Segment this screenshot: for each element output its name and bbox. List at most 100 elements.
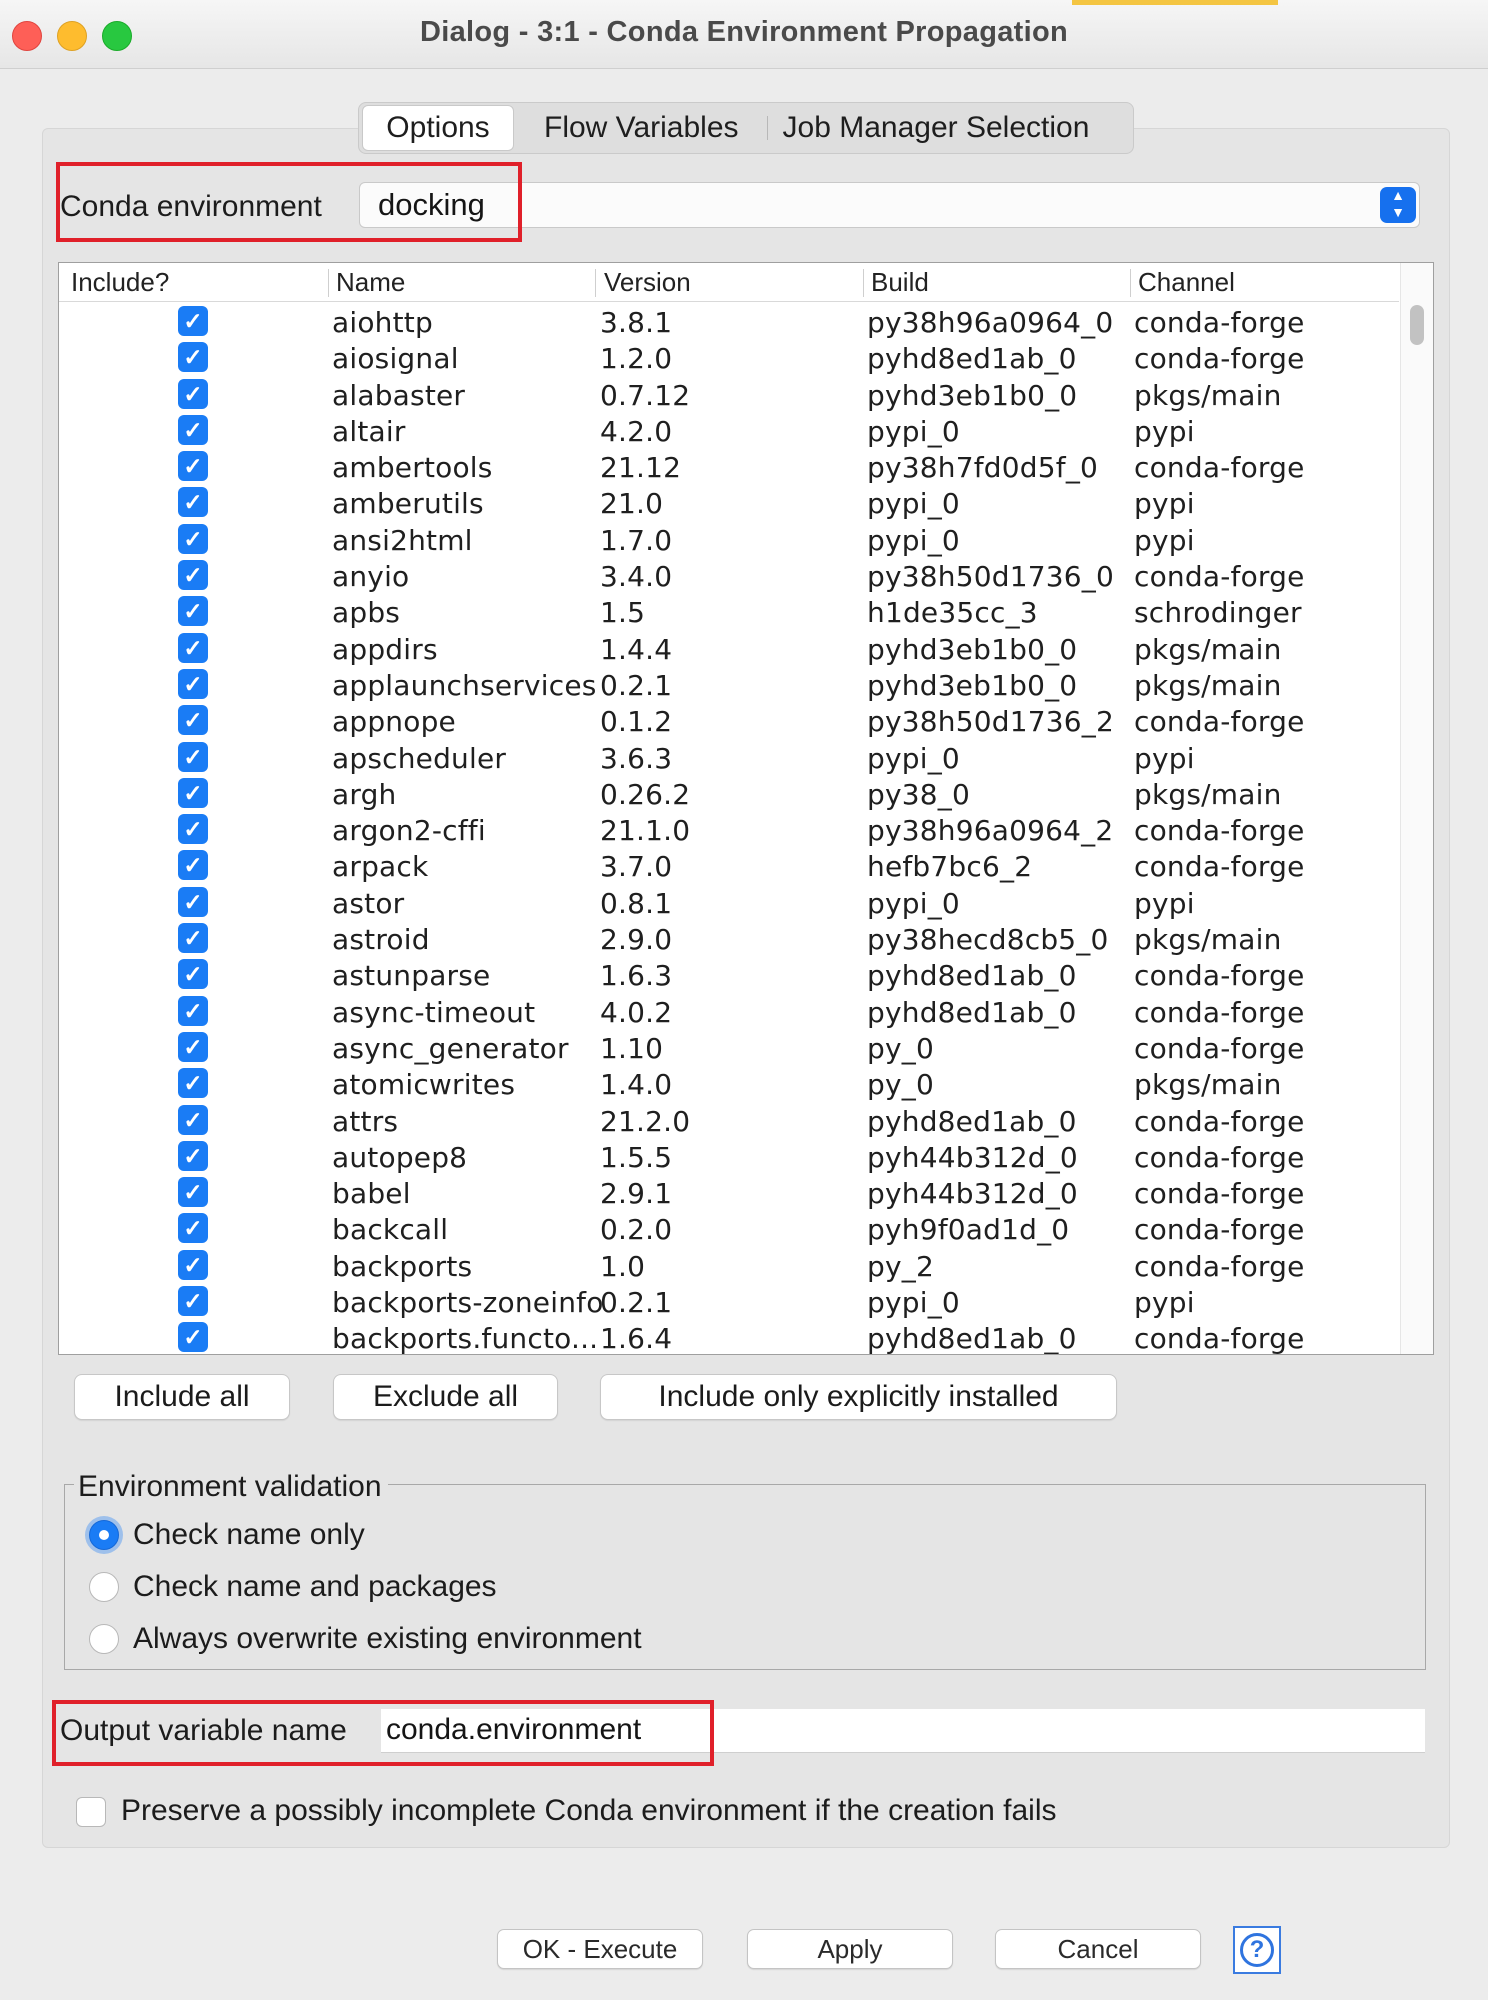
- table-row[interactable]: ✓ async_generator 1.10 py_0 conda-forge: [59, 1030, 1399, 1066]
- include-explicit-button[interactable]: Include only explicitly installed: [600, 1374, 1117, 1420]
- header-version[interactable]: Version: [604, 267, 691, 298]
- tab-options[interactable]: Options: [362, 105, 514, 151]
- include-checkbox[interactable]: ✓: [178, 1286, 208, 1317]
- table-row[interactable]: ✓ appnope 0.1.2 py38h50d1736_2 conda-forge: [59, 703, 1399, 739]
- include-checkbox[interactable]: ✓: [178, 1104, 208, 1135]
- table-row[interactable]: ✓ ansi2html 1.7.0 pypi_0 pypi: [59, 522, 1399, 558]
- include-all-button[interactable]: Include all: [74, 1374, 290, 1420]
- table-row[interactable]: ✓ astor 0.8.1 pypi_0 pypi: [59, 885, 1399, 921]
- ok-execute-button[interactable]: OK - Execute: [497, 1929, 703, 1969]
- table-row[interactable]: ✓ arpack 3.7.0 hefb7bc6_2 conda-forge: [59, 848, 1399, 884]
- include-checkbox[interactable]: ✓: [178, 886, 208, 917]
- radio-label-always-overwrite[interactable]: Always overwrite existing environment: [133, 1622, 642, 1656]
- package-version-cell: 1.4.0: [600, 1068, 673, 1102]
- help-button[interactable]: ?: [1233, 1926, 1281, 1974]
- include-checkbox[interactable]: ✓: [178, 414, 208, 445]
- cancel-button[interactable]: Cancel: [995, 1929, 1201, 1969]
- environment-validation-legend: Environment validation: [74, 1470, 388, 1504]
- include-checkbox[interactable]: ✓: [178, 1249, 208, 1280]
- table-row[interactable]: ✓ async-timeout 4.0.2 pyhd8ed1ab_0 conda-for…: [59, 994, 1399, 1030]
- table-row[interactable]: ✓ backcall 0.2.0 pyh9f0ad1d_0 conda-forge: [59, 1211, 1399, 1247]
- exclude-all-button[interactable]: Exclude all: [333, 1374, 558, 1420]
- preserve-environment-label[interactable]: Preserve a possibly incomplete Conda env…: [121, 1794, 1056, 1828]
- include-checkbox[interactable]: ✓: [178, 1213, 208, 1244]
- package-name-cell: astunparse: [332, 959, 491, 993]
- radio-check-name-only[interactable]: [89, 1520, 119, 1550]
- include-checkbox[interactable]: ✓: [178, 1140, 208, 1171]
- table-row[interactable]: ✓ argon2-cffi 21.1.0 py38h96a0964_2 conda-fo…: [59, 812, 1399, 848]
- radio-check-name-and-packages[interactable]: [89, 1572, 119, 1602]
- package-version-cell: 0.7.12: [600, 378, 691, 412]
- table-row[interactable]: ✓ applaunchservices 0.2.1 pyhd3eb1b0_0 pkgs/…: [59, 667, 1399, 703]
- column-divider: [863, 269, 864, 297]
- table-row[interactable]: ✓ atomicwrites 1.4.0 py_0 pkgs/main: [59, 1066, 1399, 1102]
- scrollbar-thumb[interactable]: [1410, 305, 1424, 345]
- include-checkbox[interactable]: ✓: [178, 959, 208, 990]
- radio-always-overwrite[interactable]: [89, 1624, 119, 1654]
- tab-flow-variables[interactable]: Flow Variables: [528, 106, 755, 150]
- include-checkbox[interactable]: ✓: [178, 523, 208, 554]
- include-checkbox[interactable]: ✓: [178, 1031, 208, 1062]
- include-checkbox[interactable]: ✓: [178, 560, 208, 591]
- include-checkbox[interactable]: ✓: [178, 1177, 208, 1208]
- include-checkbox[interactable]: ✓: [178, 850, 208, 881]
- table-row[interactable]: ✓ appdirs 1.4.4 pyhd3eb1b0_0 pkgs/main: [59, 631, 1399, 667]
- table-row[interactable]: ✓ apscheduler 3.6.3 pypi_0 pypi: [59, 740, 1399, 776]
- package-name-cell: anyio: [332, 560, 410, 594]
- package-version-cell: 3.7.0: [600, 850, 673, 884]
- include-checkbox[interactable]: ✓: [178, 668, 208, 699]
- table-row[interactable]: ✓ altair 4.2.0 pypi_0 pypi: [59, 413, 1399, 449]
- include-checkbox[interactable]: ✓: [178, 342, 208, 373]
- include-checkbox[interactable]: ✓: [178, 487, 208, 518]
- table-row[interactable]: ✓ backports-zoneinfo 0.2.1 pypi_0 pypi: [59, 1284, 1399, 1320]
- table-row[interactable]: ✓ anyio 3.4.0 py38h50d1736_0 conda-forge: [59, 558, 1399, 594]
- table-row[interactable]: ✓ amberutils 21.0 pypi_0 pypi: [59, 485, 1399, 521]
- table-row[interactable]: ✓ babel 2.9.1 pyh44b312d_0 conda-forge: [59, 1175, 1399, 1211]
- table-row[interactable]: ✓ aiosignal 1.2.0 pyhd8ed1ab_0 conda-forge: [59, 340, 1399, 376]
- package-version-cell: 0.2.1: [600, 1286, 673, 1320]
- include-checkbox[interactable]: ✓: [178, 306, 208, 336]
- include-checkbox[interactable]: ✓: [178, 1322, 208, 1353]
- table-row[interactable]: ✓ astunparse 1.6.3 pyhd8ed1ab_0 conda-forge: [59, 957, 1399, 993]
- package-version-cell: 1.6.3: [600, 959, 673, 993]
- package-build-cell: pyhd8ed1ab_0: [867, 1104, 1077, 1138]
- table-row[interactable]: ✓ attrs 21.2.0 pyhd8ed1ab_0 conda-forge: [59, 1103, 1399, 1139]
- include-checkbox[interactable]: ✓: [178, 451, 208, 482]
- apply-button[interactable]: Apply: [747, 1929, 953, 1969]
- preserve-environment-checkbox[interactable]: [76, 1797, 106, 1827]
- radio-label-check-name-only[interactable]: Check name only: [133, 1518, 365, 1552]
- include-checkbox[interactable]: ✓: [178, 596, 208, 627]
- package-version-cell: 21.0: [600, 487, 664, 521]
- radio-label-check-name-and-packages[interactable]: Check name and packages: [133, 1570, 497, 1604]
- include-checkbox[interactable]: ✓: [178, 995, 208, 1026]
- package-version-cell: 2.9.0: [600, 923, 673, 957]
- table-row[interactable]: ✓ backports.functo... 1.6.4 pyhd8ed1ab_0 con…: [59, 1320, 1399, 1354]
- table-row[interactable]: ✓ apbs 1.5 h1de35cc_3 schrodinger: [59, 594, 1399, 630]
- table-row[interactable]: ✓ astroid 2.9.0 py38hecd8cb5_0 pkgs/main: [59, 921, 1399, 957]
- include-checkbox[interactable]: ✓: [178, 777, 208, 808]
- package-name-cell: arpack: [332, 850, 429, 884]
- table-row[interactable]: ✓ backports 1.0 py_2 conda-forge: [59, 1248, 1399, 1284]
- table-row[interactable]: ✓ autopep8 1.5.5 pyh44b312d_0 conda-forge: [59, 1139, 1399, 1175]
- package-channel-cell: pypi: [1134, 487, 1195, 521]
- include-checkbox[interactable]: ✓: [178, 378, 208, 409]
- table-scrollbar[interactable]: [1400, 263, 1433, 1354]
- include-checkbox[interactable]: ✓: [178, 923, 208, 954]
- tab-job-manager-selection[interactable]: Job Manager Selection: [766, 106, 1106, 150]
- header-include[interactable]: Include?: [71, 267, 169, 298]
- table-row[interactable]: ✓ ambertools 21.12 py38h7fd0d5f_0 conda-forg…: [59, 449, 1399, 485]
- header-build[interactable]: Build: [871, 267, 929, 298]
- include-checkbox[interactable]: ✓: [178, 814, 208, 845]
- table-row[interactable]: ✓ aiohttp 3.8.1 py38h96a0964_0 conda-forge: [59, 304, 1399, 340]
- package-channel-cell: conda-forge: [1134, 705, 1305, 739]
- package-name-cell: alabaster: [332, 378, 466, 412]
- header-channel[interactable]: Channel: [1138, 267, 1235, 298]
- include-checkbox[interactable]: ✓: [178, 1068, 208, 1099]
- include-checkbox[interactable]: ✓: [178, 705, 208, 736]
- include-checkbox[interactable]: ✓: [178, 741, 208, 772]
- include-checkbox[interactable]: ✓: [178, 632, 208, 663]
- table-row[interactable]: ✓ alabaster 0.7.12 pyhd3eb1b0_0 pkgs/main: [59, 377, 1399, 413]
- header-name[interactable]: Name: [336, 267, 405, 298]
- package-name-cell: backports: [332, 1249, 473, 1283]
- table-row[interactable]: ✓ argh 0.26.2 py38_0 pkgs/main: [59, 776, 1399, 812]
